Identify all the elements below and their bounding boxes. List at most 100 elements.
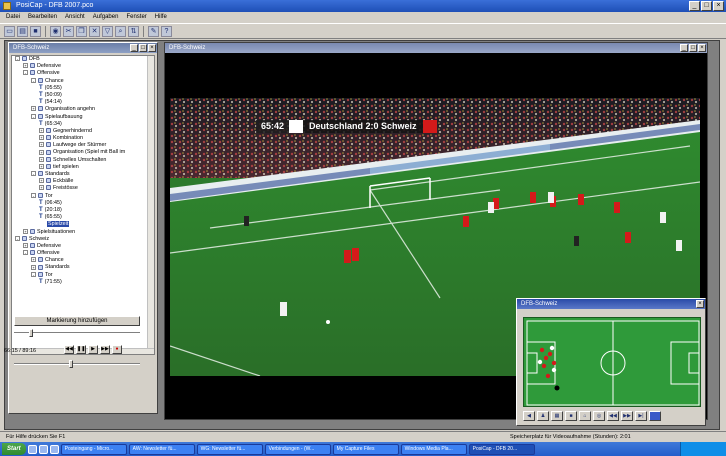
taskbar-item[interactable]: Posteingang - Micro... bbox=[60, 443, 127, 455]
home-icon[interactable]: ⌂ bbox=[579, 411, 591, 421]
save-icon[interactable]: ■ bbox=[30, 26, 41, 37]
slider-thumb[interactable] bbox=[28, 329, 33, 337]
tree-node[interactable]: T (65:55) bbox=[12, 214, 154, 221]
video-close-button[interactable]: × bbox=[698, 44, 706, 52]
search-icon[interactable]: ⌕ bbox=[115, 26, 126, 37]
maximize-button[interactable]: □ bbox=[701, 1, 712, 11]
expand-icon[interactable]: + bbox=[39, 185, 44, 191]
minimap-pitch[interactable] bbox=[523, 317, 701, 407]
quicklaunch-ie-icon[interactable] bbox=[27, 444, 37, 454]
quicklaunch-outlook-icon[interactable] bbox=[49, 444, 59, 454]
collapse-icon[interactable]: - bbox=[31, 171, 36, 177]
slider-thumb[interactable] bbox=[68, 360, 73, 368]
tree-node[interactable]: T (50:09) bbox=[12, 92, 154, 99]
pin-icon[interactable]: ✎ bbox=[148, 26, 159, 37]
tree-node[interactable]: - Schweiz bbox=[12, 236, 154, 243]
video-minimize-button[interactable]: _ bbox=[680, 44, 688, 52]
tree-node[interactable]: + Chance bbox=[12, 257, 154, 264]
sort-icon[interactable]: ⇅ bbox=[128, 26, 139, 37]
taskbar-item[interactable]: My Capture Files bbox=[332, 443, 399, 455]
expand-icon[interactable]: + bbox=[39, 178, 44, 184]
tree-node[interactable]: - Standards bbox=[12, 171, 154, 178]
expand-icon[interactable]: + bbox=[31, 106, 36, 112]
tree-node[interactable]: + Kombination bbox=[12, 135, 154, 142]
tree-node[interactable]: + Laufwege der Stürmer bbox=[12, 142, 154, 149]
play-icon[interactable]: ▶ bbox=[88, 345, 98, 354]
tree-maximize-button[interactable]: □ bbox=[139, 44, 147, 52]
taskbar-item[interactable]: AW: Newsletter fü... bbox=[128, 443, 195, 455]
taskbar-item[interactable]: Verbindungen - (W... bbox=[264, 443, 331, 455]
tree-node[interactable]: T (65:34) bbox=[12, 121, 154, 128]
copy-icon[interactable]: ❐ bbox=[76, 26, 87, 37]
collapse-icon[interactable]: - bbox=[31, 271, 36, 277]
menu-fenster[interactable]: Fenster bbox=[126, 12, 146, 23]
tree-node[interactable]: - DFB bbox=[12, 56, 154, 63]
video-maximize-button[interactable]: □ bbox=[689, 44, 697, 52]
cut-icon[interactable]: ✂ bbox=[63, 26, 74, 37]
tree-node[interactable]: + Organisation angehn bbox=[12, 106, 154, 113]
tree-node[interactable]: - Offensive bbox=[12, 70, 154, 77]
menu-datei[interactable]: Datei bbox=[6, 12, 20, 23]
pause-icon[interactable]: ❚❚ bbox=[76, 345, 86, 354]
tree-node[interactable]: T (05:55) bbox=[12, 85, 154, 92]
taskbar-item[interactable]: Windows Media Pla... bbox=[400, 443, 467, 455]
expand-icon[interactable]: + bbox=[31, 264, 36, 270]
collapse-icon[interactable]: - bbox=[15, 56, 20, 62]
tree-node[interactable]: + Spielsituationen bbox=[12, 229, 154, 236]
expand-icon[interactable]: + bbox=[39, 149, 44, 155]
center-icon[interactable]: ◎ bbox=[593, 411, 605, 421]
menu-ansicht[interactable]: Ansicht bbox=[65, 12, 85, 23]
tree-vertical-scrollbar[interactable] bbox=[147, 56, 154, 354]
tree-node[interactable]: + Eckbälle bbox=[12, 178, 154, 185]
help-icon[interactable]: ? bbox=[161, 26, 172, 37]
expand-icon[interactable]: + bbox=[31, 257, 36, 263]
tree-node[interactable]: + Organisation (Spiel mit Ball im bbox=[12, 149, 154, 156]
end-icon[interactable]: ▶| bbox=[635, 411, 647, 421]
tree-node[interactable]: - Tor bbox=[12, 272, 154, 279]
player-icon[interactable]: ♟ bbox=[537, 411, 549, 421]
menu-bearbeiten[interactable]: Bearbeiten bbox=[28, 12, 57, 23]
open-icon[interactable]: ▤ bbox=[17, 26, 28, 37]
tree-close-button[interactable]: × bbox=[148, 44, 156, 52]
collapse-icon[interactable]: - bbox=[23, 250, 28, 256]
volume-slider[interactable] bbox=[14, 360, 140, 368]
rewind-icon[interactable]: ◀◀ bbox=[607, 411, 619, 421]
expand-icon[interactable]: + bbox=[39, 156, 44, 162]
add-marker-button[interactable]: Markierung hinzufügen bbox=[14, 316, 140, 326]
collapse-icon[interactable]: - bbox=[15, 235, 20, 241]
rewind-icon[interactable]: ◀◀ bbox=[64, 345, 74, 354]
position-slider[interactable] bbox=[14, 329, 140, 337]
record-icon[interactable]: ● bbox=[112, 345, 122, 354]
expand-icon[interactable]: + bbox=[23, 63, 28, 69]
tree-node[interactable]: Spielzeit bbox=[12, 221, 154, 228]
camera-icon[interactable]: ◉ bbox=[50, 26, 61, 37]
taskbar-item-posicap[interactable]: PosiCap - DFB 20... bbox=[468, 443, 535, 455]
tree-node[interactable]: + tief spielen bbox=[12, 164, 154, 171]
grid-icon[interactable]: ▦ bbox=[551, 411, 563, 421]
tree-view[interactable]: - DFB + Defensive - Offensive - Chance T (05:55) T… bbox=[11, 55, 155, 355]
menu-hilfe[interactable]: Hilfe bbox=[155, 12, 167, 23]
tree-node[interactable]: - Spielaufbauung bbox=[12, 114, 154, 121]
collapse-icon[interactable]: - bbox=[31, 192, 36, 198]
quicklaunch-explorer-icon[interactable] bbox=[38, 444, 48, 454]
forward-icon[interactable]: ▶▶ bbox=[100, 345, 110, 354]
minimap-close-button[interactable]: × bbox=[696, 300, 704, 308]
delete-icon[interactable]: ✕ bbox=[89, 26, 100, 37]
tree-node[interactable]: T (06:45) bbox=[12, 200, 154, 207]
tree-node[interactable]: + Freistösse bbox=[12, 185, 154, 192]
forward-icon[interactable]: ▶▶ bbox=[621, 411, 633, 421]
filter-icon[interactable]: ▽ bbox=[102, 26, 113, 37]
tree-node[interactable]: + Defensive bbox=[12, 243, 154, 250]
expand-icon[interactable]: + bbox=[39, 163, 44, 169]
tree-minimize-button[interactable]: _ bbox=[130, 44, 138, 52]
collapse-icon[interactable]: - bbox=[31, 113, 36, 119]
stop-icon[interactable]: ■ bbox=[565, 411, 577, 421]
expand-icon[interactable]: + bbox=[39, 142, 44, 148]
step-back-icon[interactable]: ◀ bbox=[523, 411, 535, 421]
tree-node[interactable]: + Gegnerhindernd bbox=[12, 128, 154, 135]
collapse-icon[interactable]: - bbox=[23, 70, 28, 76]
new-icon[interactable]: ▭ bbox=[4, 26, 15, 37]
tree-node[interactable]: T (71:55) bbox=[12, 279, 154, 286]
tree-node[interactable]: T (54:14) bbox=[12, 99, 154, 106]
expand-icon[interactable]: + bbox=[39, 135, 44, 141]
